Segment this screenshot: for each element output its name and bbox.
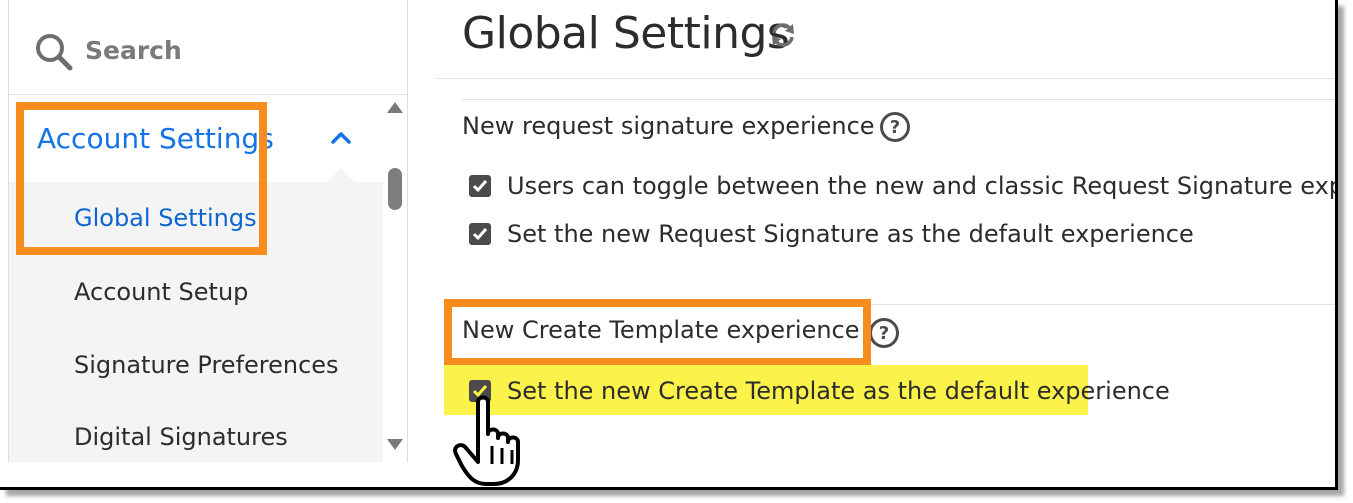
search-icon [36, 34, 73, 71]
section-divider [462, 99, 1335, 100]
sidebar-scrollbar[interactable] [383, 96, 407, 462]
page-title: Global Settings [462, 8, 790, 59]
option-label: Users can toggle between the new and cla… [507, 172, 1335, 200]
checkmark-icon [472, 228, 488, 241]
sidebar-item-account-setup[interactable]: Account Setup [74, 278, 248, 306]
scroll-down-arrow-icon[interactable] [387, 439, 403, 450]
account-settings-header[interactable]: Account Settings [9, 96, 383, 182]
search-bar [9, 0, 407, 95]
section-divider [462, 304, 1335, 305]
sidebar-item-signature-preferences[interactable]: Signature Preferences [74, 351, 339, 379]
title-divider [436, 78, 1335, 79]
sidebar-item-digital-signatures[interactable]: Digital Signatures [74, 423, 288, 451]
checkbox-checked[interactable] [469, 223, 491, 245]
refresh-icon[interactable] [768, 20, 798, 50]
search-input[interactable] [85, 30, 385, 70]
sidebar-item-global-settings[interactable]: Global Settings [74, 204, 257, 232]
checkbox-checked[interactable] [469, 175, 491, 197]
option-label: Set the new Create Template as the defau… [507, 377, 1170, 405]
option-toggle-experiences[interactable]: Users can toggle between the new and cla… [469, 172, 1335, 200]
scroll-up-arrow-icon[interactable] [387, 102, 403, 113]
caret-notch [327, 168, 355, 182]
section-title-request-signature: New request signature experience [462, 112, 875, 140]
settings-nav: Account Settings Global Settings Account… [9, 96, 383, 462]
checkmark-icon [472, 180, 488, 193]
hand-cursor-icon [453, 395, 520, 486]
option-default-request-signature[interactable]: Set the new Request Signature as the def… [469, 220, 1194, 248]
help-icon[interactable]: ? [869, 318, 899, 348]
option-label: Set the new Request Signature as the def… [507, 220, 1194, 248]
section-title-create-template: New Create Template experience [462, 316, 860, 344]
chevron-up-icon[interactable] [331, 130, 351, 144]
sidebar: Account Settings Global Settings Account… [8, 0, 408, 462]
scroll-thumb[interactable] [388, 168, 402, 210]
option-default-create-template[interactable]: Set the new Create Template as the defau… [469, 377, 1170, 405]
account-settings-label: Account Settings [37, 122, 274, 155]
app-window: Account Settings Global Settings Account… [0, 0, 1338, 490]
help-icon[interactable]: ? [880, 112, 910, 142]
